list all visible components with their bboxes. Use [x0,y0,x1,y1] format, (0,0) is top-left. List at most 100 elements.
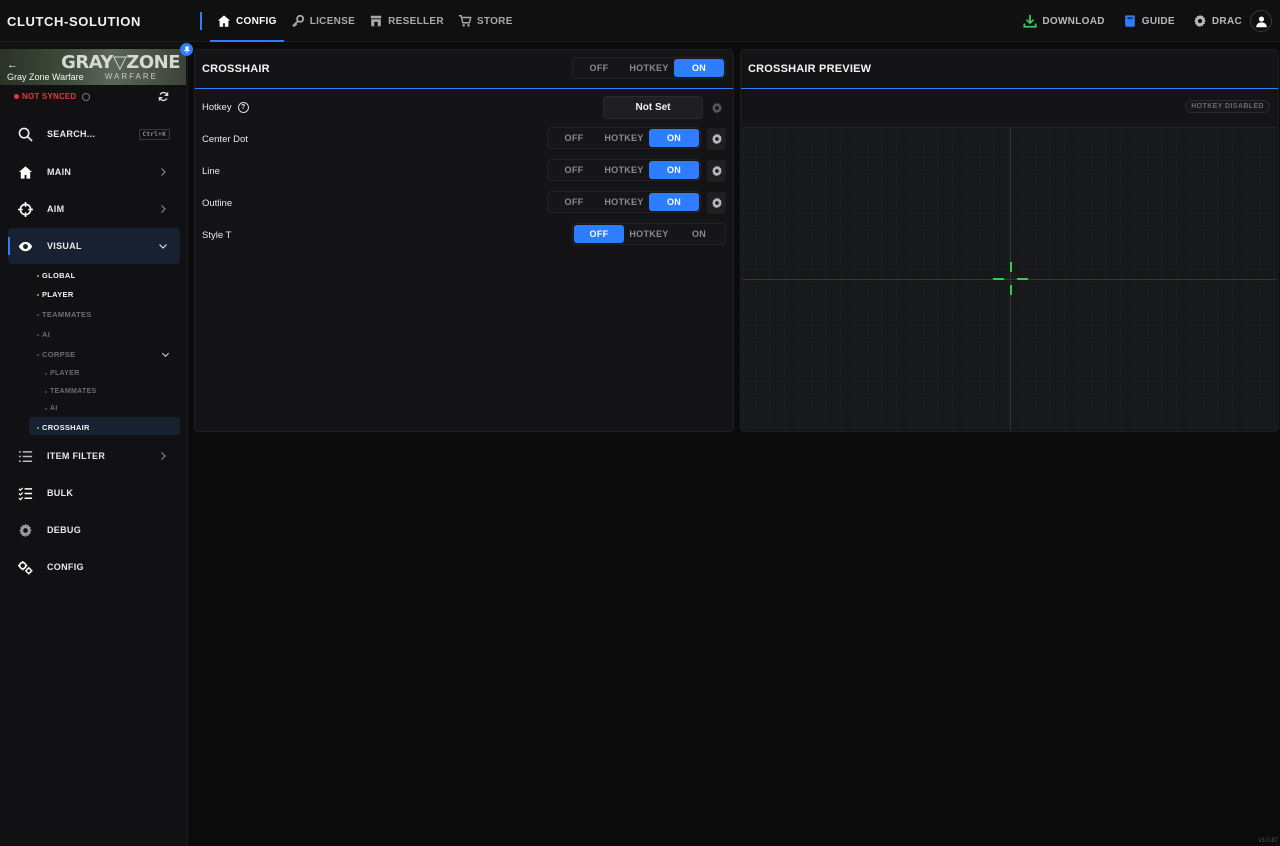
sidebar-sub-corpse-ai[interactable]: AI [45,405,58,412]
sidebar-sub-player[interactable]: PLAYER [37,290,74,299]
book-icon [1124,15,1135,27]
bullet-icon [45,372,47,375]
toggle-on[interactable]: ON [649,193,699,211]
back-arrow-icon[interactable]: ← [7,59,18,71]
toggle-on[interactable]: ON [649,161,699,179]
guide-button[interactable]: GUIDE [1123,14,1175,28]
sidebar-sub-global[interactable]: GLOBAL [37,271,75,280]
line-settings-button[interactable] [707,160,726,182]
sub-label: TEAMMATES [50,388,97,395]
toggle-on[interactable]: ON [649,129,699,147]
version-label: v3.0.87 [1258,838,1278,844]
sidebar-sub-teammates[interactable]: TEAMMATES [37,310,92,319]
help-icon[interactable]: ? [237,102,249,113]
game-name: Gray Zone Warfare [7,72,84,82]
storefront-icon [370,15,382,27]
line-label: Line [202,166,220,177]
nav-reseller[interactable]: RESELLER [362,0,451,42]
chevron-down-icon[interactable] [161,350,170,359]
sub-label: AI [42,330,51,339]
download-button[interactable]: DOWNLOAD [1023,14,1104,28]
sidebar-sub-corpse[interactable]: CORPSE [37,350,75,359]
search-shortcut: Ctrl+K [138,129,170,140]
guide-label: GUIDE [1141,15,1175,27]
hotkey-settings-button[interactable] [707,97,726,119]
nav-reseller-label: RESELLER [388,15,444,27]
user-menu[interactable]: DRAC [1193,14,1242,28]
info-icon[interactable] [82,92,91,101]
toggle-hotkey[interactable]: HOTKEY [599,129,649,147]
outline-label: Outline [202,198,233,209]
sidebar-item-aim[interactable]: AIM [8,193,180,225]
sidebar-item-item-filter[interactable]: ITEM FILTER [8,440,180,472]
sidebar-sub-corpse-teammates[interactable]: TEAMMATES [45,388,97,395]
crosshair-panel-title: CROSSHAIR [202,63,270,75]
hotkey-row: Hotkey ? [202,102,249,113]
pin-glyph-icon [183,45,190,54]
sidebar-item-bulk[interactable]: BULK [8,477,180,509]
top-nav: CONFIG LICENSE RESELLER STORE [210,0,520,42]
hotkey-binding-button[interactable]: Not Set [603,96,703,119]
bullet-icon [37,274,39,277]
download-icon [1023,14,1037,28]
center-dot-settings-button[interactable] [707,128,726,150]
sidebar-sub-ai[interactable]: AI [37,330,50,339]
center-dot-toggle: OFF HOTKEY ON [547,127,701,149]
crosshair-panel-header: CROSSHAIR OFF HOTKEY ON [195,50,733,89]
cart-icon [458,15,472,27]
home-icon [217,15,231,27]
toggle-off[interactable]: OFF [574,225,624,243]
gears-icon [17,559,33,575]
bullet-icon [37,333,39,336]
chevron-down-icon [159,244,167,249]
bullet-icon [37,293,39,296]
nav-config[interactable]: CONFIG [210,0,284,42]
toggle-off[interactable]: OFF [574,59,624,77]
sub-label: PLAYER [50,370,80,377]
toggle-hotkey[interactable]: HOTKEY [599,193,649,211]
gear-icon [711,102,722,114]
sidebar-item-label: AIM [47,204,65,214]
sidebar-item-debug[interactable]: DEBUG [8,514,180,546]
chevron-right-icon [161,168,166,176]
sub-label: TEAMMATES [42,310,92,319]
toggle-on[interactable]: ON [674,59,724,77]
nav-store-label: STORE [476,15,513,27]
toggle-hotkey[interactable]: HOTKEY [624,225,674,243]
crosshair-preview-canvas [742,127,1277,430]
sidebar-item-config[interactable]: CONFIG [8,551,180,583]
sidebar-item-visual[interactable]: VISUAL [8,228,180,264]
crosshair-preview-panel: CROSSHAIR PREVIEW HOTKEY DISABLED [740,49,1279,432]
chevron-right-icon [161,205,166,213]
nav-license[interactable]: LICENSE [284,0,362,42]
style-t-toggle: OFF HOTKEY ON [572,223,726,245]
sidebar-search[interactable]: SEARCH... Ctrl+K [8,118,180,150]
bullet-icon [45,407,47,410]
game-banner[interactable]: ← GRAY▽ZONE WARFARE Gray Zone Warfare [0,49,186,85]
toggle-off[interactable]: OFF [549,161,599,179]
sidebar-item-label: MAIN [47,167,72,177]
nav-store[interactable]: STORE [451,0,520,42]
toggle-off[interactable]: OFF [549,129,599,147]
toggle-hotkey[interactable]: HOTKEY [599,161,649,179]
user-name: DRAC [1211,15,1242,27]
key-icon [291,14,304,27]
game-logo-sub: WARFARE [104,72,158,81]
sidebar-sub-corpse-player[interactable]: PLAYER [45,370,80,377]
checklist-icon [17,485,33,501]
pin-icon[interactable] [180,43,193,56]
avatar[interactable] [1250,10,1272,32]
toggle-off[interactable]: OFF [549,193,599,211]
toggle-hotkey[interactable]: HOTKEY [624,59,674,77]
sidebar-item-label: CONFIG [47,562,84,572]
crosshair-line-bottom [1010,285,1012,295]
sidebar-item-main[interactable]: MAIN [8,156,180,188]
line-toggle: OFF HOTKEY ON [547,159,701,181]
outline-settings-button[interactable] [707,192,726,214]
crosshair-line-right [1017,278,1028,280]
crosshair-master-toggle: OFF HOTKEY ON [572,57,726,79]
refresh-icon[interactable] [158,91,169,102]
preview-panel-header: CROSSHAIR PREVIEW [741,50,1278,89]
sidebar-sub-crosshair[interactable]: CROSSHAIR [37,423,90,432]
toggle-on[interactable]: ON [674,225,724,243]
